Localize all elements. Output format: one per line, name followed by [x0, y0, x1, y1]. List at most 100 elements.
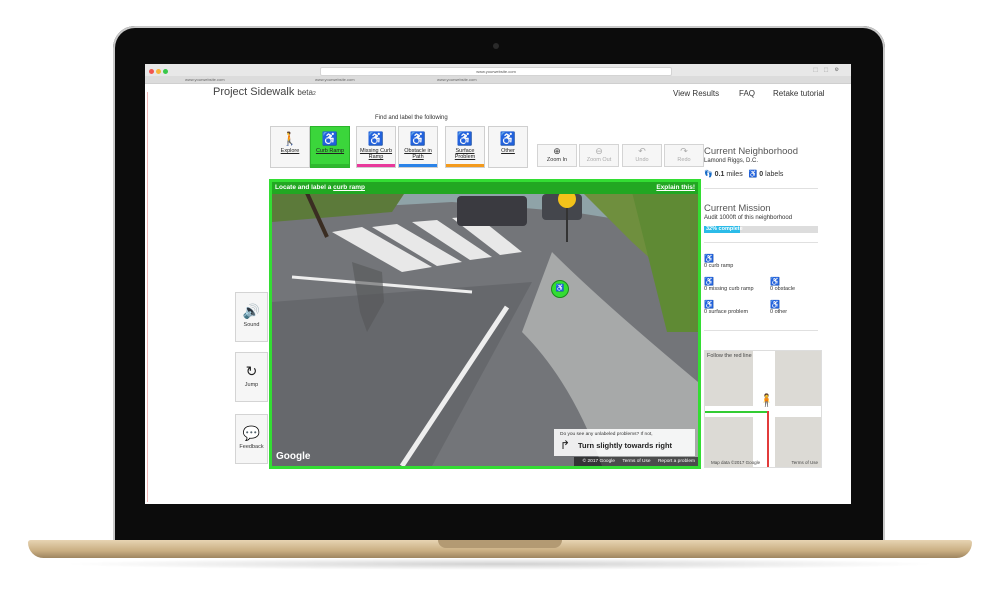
side-button-label: Sound [243, 322, 260, 328]
jump-button[interactable]: ↻ Jump [235, 352, 268, 402]
tool-obstacle[interactable]: ♿ Obstacle in Path [398, 126, 438, 168]
neighborhood-stats: 👣 0.1 miles ♿ 0 labels [704, 170, 783, 178]
redo-icon: ↷ [680, 146, 688, 156]
street-view-panorama[interactable]: Locate and label a curb ramp Explain thi… [269, 179, 701, 469]
count-text: 0 surface problem [704, 309, 749, 315]
undo-icon: ↶ [638, 146, 646, 156]
labels-value: 0 [759, 171, 764, 178]
control-label: Redo [677, 157, 691, 163]
feedback-button[interactable]: 💬 Feedback [235, 414, 268, 464]
tool-surface-problem[interactable]: ♿ Surface Problem [445, 126, 485, 168]
sound-button[interactable]: 🔊 Sound [235, 292, 268, 342]
instruction-link[interactable]: curb ramp [333, 184, 365, 191]
zoom-in-button[interactable]: ⊕ Zoom In [537, 144, 577, 167]
undo-button[interactable]: ↶ Undo [622, 144, 662, 167]
browser-tab[interactable]: www.yourwebsite.com [437, 76, 477, 83]
map-terms-link[interactable]: Terms of Use [791, 460, 818, 465]
count-text: 0 other [770, 309, 788, 315]
tool-color-bar [399, 164, 437, 167]
zoom-out-button[interactable]: ⊖ Zoom Out [579, 144, 619, 167]
nav-view-results[interactable]: View Results [673, 89, 719, 98]
laptop-notch [438, 540, 562, 548]
toolbar-title: Find and label the following [375, 115, 448, 121]
pegman-icon[interactable]: 🧍 [759, 393, 774, 407]
map-block [705, 351, 753, 406]
label-icon: ♿ [748, 171, 758, 178]
count-surface-problem: ♿ 0 surface problem [704, 300, 748, 315]
tool-color-bar [357, 164, 395, 167]
turn-arrow-icon: ↱ [560, 438, 571, 452]
zoom-in-icon: ⊕ [553, 146, 561, 156]
tool-other[interactable]: ♿ Other [488, 126, 528, 168]
tool-color-bar [311, 164, 349, 167]
control-label: Zoom Out [586, 157, 612, 163]
count-text: 0 curb ramp [704, 263, 734, 269]
beta-version: 2 [312, 91, 316, 97]
mission-heading: Current Mission [704, 203, 771, 214]
missing-curb-ramp-icon: ♿ [704, 277, 714, 286]
side-button-label: Jump [244, 382, 259, 388]
other-icon: ♿ [499, 131, 517, 146]
minimize-window-button[interactable] [156, 69, 161, 74]
neighborhood-name: Lamond Riggs, D.C. [704, 158, 759, 164]
instruction-bar: Locate and label a curb ramp Explain thi… [272, 182, 698, 194]
nav-faq[interactable]: FAQ [739, 89, 755, 98]
tool-missing-curb-ramp[interactable]: ♿ Missing Curb Ramp [356, 126, 396, 168]
webcam [493, 43, 499, 49]
count-text: 0 missing curb ramp [704, 286, 754, 292]
laptop-screen: www.yourwebsite.com ⬚⬚⚙ www.yourwebsite.… [145, 64, 851, 504]
surface-problem-icon: ♿ [456, 131, 474, 146]
page-edge-line [147, 92, 148, 502]
terms-of-use-link[interactable]: Terms of Use [622, 459, 650, 464]
map-block [775, 351, 821, 406]
map-data-credit: Map data ©2017 Google [711, 460, 761, 465]
obstacle-icon: ♿ [409, 131, 427, 146]
tool-label: Obstacle in Path [404, 148, 432, 160]
audited-path [705, 411, 767, 413]
browser-tab[interactable]: www.yourwebsite.com [185, 76, 225, 83]
count-obstacle: ♿ 0 obstacle [770, 277, 795, 292]
brand-name: Project Sidewalk [213, 86, 295, 98]
google-logo: Google [276, 451, 311, 462]
zoom-out-icon: ⊖ [595, 146, 603, 156]
report-problem-link[interactable]: Report a problem [658, 459, 695, 464]
mission-progress-text: 32% complete [706, 226, 743, 232]
street-view-footer: © 2017 Google Terms of Use Report a prob… [573, 457, 698, 466]
beta-tag: beta [297, 88, 313, 97]
maximize-window-button[interactable] [163, 69, 168, 74]
instruction-prefix: Locate and label a [275, 184, 332, 191]
control-label: Zoom In [546, 157, 568, 163]
tool-walking-person[interactable]: 🚶 Explore [270, 126, 310, 168]
divider [704, 330, 818, 331]
curb-ramp-label-marker[interactable]: ♿ [551, 280, 569, 298]
count-missing-curb-ramp: ♿ 0 missing curb ramp [704, 277, 754, 292]
other-icon: ♿ [770, 300, 780, 309]
nav-retake-tutorial[interactable]: Retake tutorial [773, 89, 825, 98]
instruction-text: Locate and label a curb ramp [275, 184, 365, 191]
mini-map[interactable]: 🧍 Follow the red line Map data ©2017 Goo… [704, 350, 822, 468]
map-road [753, 351, 775, 467]
browser-tab[interactable]: www.yourwebsite.com [315, 76, 355, 83]
address-bar[interactable]: www.yourwebsite.com [320, 67, 672, 76]
footsteps-icon: 👣 [704, 171, 713, 178]
count-curb-ramp: ♿ 0 curb ramp [704, 254, 733, 269]
close-window-button[interactable] [149, 69, 154, 74]
street-scene [272, 182, 698, 466]
explain-this-link[interactable]: Explain this! [656, 184, 695, 191]
tool-label: Other [501, 148, 515, 154]
labels-unit: labels [765, 171, 784, 178]
navigation-hint[interactable]: Do you see any unlabeled problems? If no… [554, 429, 695, 456]
brand-logo[interactable]: Project Sidewalk beta2 [213, 86, 316, 98]
redo-button[interactable]: ↷ Redo [664, 144, 704, 167]
count-text: 0 obstacle [770, 286, 796, 292]
missing-curb-ramp-icon: ♿ [367, 131, 385, 146]
obstacle-icon: ♿ [770, 277, 780, 286]
mission-progress-bar: 32% complete [704, 226, 818, 233]
curb-ramp-icon: ♿ [704, 254, 714, 263]
tool-label: Missing Curb Ramp [359, 148, 393, 160]
mission-description: Audit 1000ft of this neighborhood [704, 215, 793, 221]
tool-label: Explore [280, 148, 300, 154]
tool-curb-ramp[interactable]: ♿ Curb Ramp [310, 126, 350, 168]
browser-toolbar-icons: ⬚⬚⚙ [813, 67, 845, 73]
hint-question: Do you see any unlabeled problems? If no… [560, 432, 653, 437]
